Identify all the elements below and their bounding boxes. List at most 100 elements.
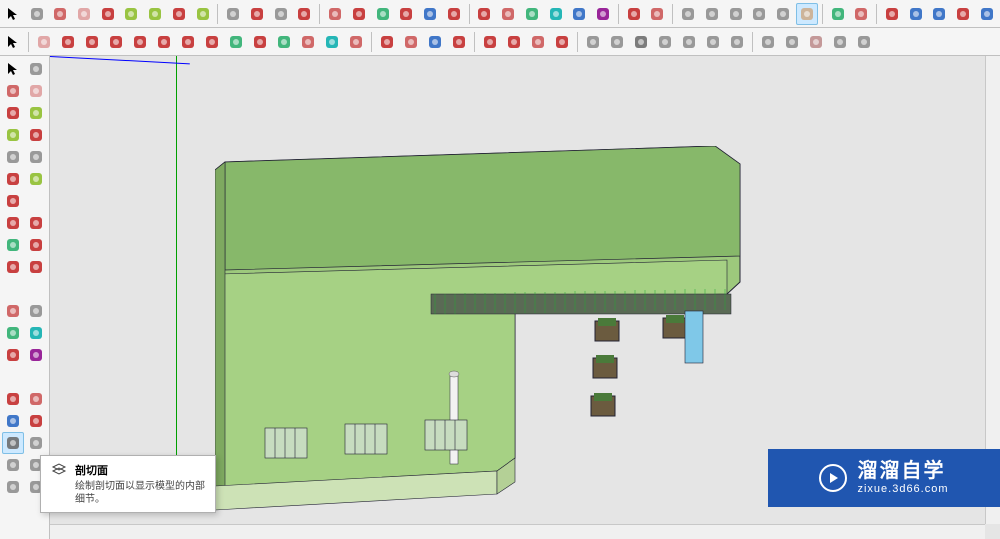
- text[interactable]: [545, 3, 567, 25]
- section2-l[interactable]: [26, 432, 47, 454]
- zoom-window[interactable]: [677, 3, 699, 25]
- pencil-l[interactable]: [2, 102, 24, 124]
- poly-l[interactable]: [2, 146, 24, 168]
- house3[interactable]: [630, 31, 652, 53]
- lookup[interactable]: [881, 3, 903, 25]
- push-pull[interactable]: [324, 3, 346, 25]
- plugin2[interactable]: [503, 31, 525, 53]
- zoom-prev[interactable]: [748, 3, 770, 25]
- house2[interactable]: [606, 31, 628, 53]
- ze-l[interactable]: [26, 410, 48, 432]
- eraser-l[interactable]: [26, 80, 48, 102]
- orbit2[interactable]: [376, 31, 398, 53]
- offset2[interactable]: [273, 31, 295, 53]
- plugin1[interactable]: [479, 31, 501, 53]
- pan2[interactable]: [400, 31, 422, 53]
- zoom[interactable]: [701, 3, 723, 25]
- scale[interactable]: [443, 3, 465, 25]
- rotate-l[interactable]: [2, 256, 24, 278]
- rectangle[interactable]: [144, 3, 166, 25]
- select-arrow[interactable]: [2, 3, 24, 25]
- zoom-next[interactable]: [772, 3, 794, 25]
- tape-l[interactable]: [2, 300, 24, 322]
- magnify2[interactable]: [929, 3, 951, 25]
- move[interactable]: [395, 3, 417, 25]
- axes-l[interactable]: [2, 344, 24, 366]
- paint2[interactable]: [345, 31, 367, 53]
- text-l[interactable]: [26, 322, 48, 344]
- circle[interactable]: [168, 3, 190, 25]
- arc2[interactable]: [270, 3, 292, 25]
- pan[interactable]: [647, 3, 669, 25]
- eraser[interactable]: [73, 3, 95, 25]
- push2[interactable]: [177, 31, 199, 53]
- outliner-tool[interactable]: [850, 3, 872, 25]
- dimension[interactable]: [497, 3, 519, 25]
- arc[interactable]: [222, 3, 244, 25]
- select2[interactable]: [2, 31, 24, 53]
- house7[interactable]: [726, 31, 748, 53]
- circle2[interactable]: [129, 31, 151, 53]
- magnify[interactable]: [905, 3, 927, 25]
- target[interactable]: [952, 3, 974, 25]
- position-l[interactable]: [2, 476, 24, 498]
- cube4[interactable]: [829, 31, 851, 53]
- make-component[interactable]: [26, 3, 48, 25]
- plugin3[interactable]: [527, 31, 549, 53]
- text2[interactable]: [321, 31, 343, 53]
- scale-l[interactable]: [26, 256, 48, 278]
- arc2-l[interactable]: [26, 168, 48, 190]
- dim-l[interactable]: [26, 300, 48, 322]
- 3dtext[interactable]: [592, 3, 614, 25]
- line2[interactable]: [57, 31, 79, 53]
- move2[interactable]: [201, 31, 223, 53]
- arc4[interactable]: [81, 31, 103, 53]
- scrollbar-horizontal[interactable]: [50, 524, 985, 539]
- orbit-l[interactable]: [2, 388, 24, 410]
- protractor[interactable]: [521, 3, 543, 25]
- house6[interactable]: [702, 31, 724, 53]
- arc3-l[interactable]: [2, 190, 24, 212]
- house4[interactable]: [654, 31, 676, 53]
- freehand[interactable]: [121, 3, 143, 25]
- cube2[interactable]: [781, 31, 803, 53]
- section-plane[interactable]: [796, 3, 818, 25]
- pie[interactable]: [246, 3, 268, 25]
- paint-l[interactable]: [2, 80, 24, 102]
- layers-tool[interactable]: [827, 3, 849, 25]
- house1[interactable]: [582, 31, 604, 53]
- house5[interactable]: [678, 31, 700, 53]
- push-l[interactable]: [2, 212, 24, 234]
- 3dtext-l[interactable]: [26, 344, 48, 366]
- zoom4[interactable]: [448, 31, 470, 53]
- tape[interactable]: [474, 3, 496, 25]
- rotate2[interactable]: [225, 31, 247, 53]
- cube5[interactable]: [853, 31, 875, 53]
- plugin4[interactable]: [551, 31, 573, 53]
- pan-l[interactable]: [26, 388, 48, 410]
- pie-l[interactable]: [2, 168, 24, 190]
- section-l[interactable]: [2, 432, 24, 454]
- rotate[interactable]: [419, 3, 441, 25]
- protractor-l[interactable]: [2, 322, 24, 344]
- move-l[interactable]: [26, 234, 48, 256]
- zoom3[interactable]: [424, 31, 446, 53]
- component-l[interactable]: [26, 58, 48, 80]
- cube1[interactable]: [757, 31, 779, 53]
- walk-l[interactable]: [2, 454, 24, 476]
- tape2[interactable]: [297, 31, 319, 53]
- paint-bucket[interactable]: [49, 3, 71, 25]
- circle-l[interactable]: [26, 124, 48, 146]
- offset[interactable]: [372, 3, 394, 25]
- target2[interactable]: [976, 3, 998, 25]
- zoom-extents[interactable]: [725, 3, 747, 25]
- follow-me[interactable]: [348, 3, 370, 25]
- polygon[interactable]: [192, 3, 214, 25]
- follow-l[interactable]: [26, 212, 48, 234]
- pencil[interactable]: [97, 3, 119, 25]
- arc-l[interactable]: [26, 146, 48, 168]
- offset-l[interactable]: [2, 234, 24, 256]
- freehand-l[interactable]: [26, 102, 48, 124]
- poly2[interactable]: [153, 31, 175, 53]
- cube3[interactable]: [805, 31, 827, 53]
